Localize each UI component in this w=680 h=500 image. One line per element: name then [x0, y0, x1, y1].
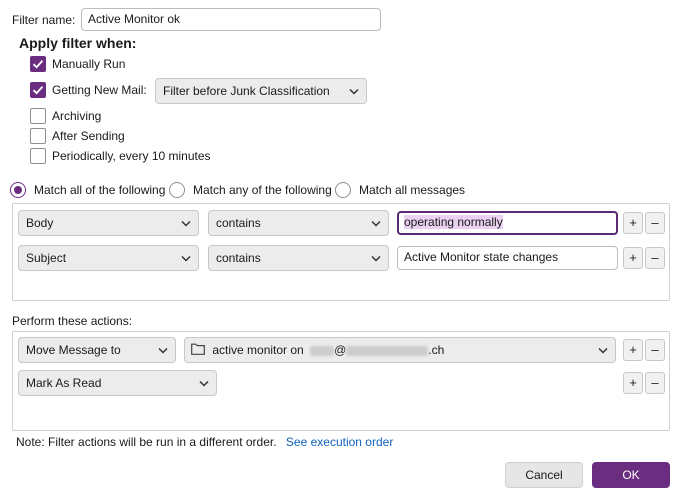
manually-run-label: Manually Run	[52, 57, 126, 71]
condition-operator-value: contains	[216, 216, 261, 230]
manually-run-checkbox[interactable]	[30, 56, 46, 72]
periodically-checkbox[interactable]	[30, 148, 46, 164]
chevron-down-icon	[598, 347, 608, 354]
chevron-down-icon	[181, 255, 191, 262]
filter-name-label: Filter name:	[12, 13, 76, 27]
add-action-button[interactable]: +	[623, 372, 643, 394]
remove-action-button[interactable]: –	[645, 372, 665, 394]
remove-condition-button[interactable]: –	[645, 247, 665, 269]
target-folder-suffix: .ch	[428, 343, 445, 357]
action-type-select[interactable]: Move Message to	[18, 337, 176, 363]
condition-value-input[interactable]: operating normally	[397, 211, 618, 235]
remove-action-button[interactable]: –	[645, 339, 665, 361]
match-all-radio[interactable]	[10, 182, 26, 198]
match-any-radio[interactable]	[169, 182, 185, 198]
folder-icon	[191, 343, 205, 355]
getting-new-mail-label: Getting New Mail:	[52, 83, 147, 97]
chevron-down-icon	[349, 88, 359, 95]
ok-button[interactable]: OK	[592, 462, 670, 488]
match-all-messages-label: Match all messages	[359, 183, 466, 197]
archiving-label: Archiving	[52, 109, 102, 123]
redacted-text	[346, 345, 429, 356]
after-sending-label: After Sending	[52, 129, 125, 143]
junk-classification-select[interactable]: Filter before Junk Classification	[155, 78, 367, 104]
add-condition-button[interactable]: +	[623, 247, 643, 269]
action-type-select[interactable]: Mark As Read	[18, 370, 217, 396]
after-sending-checkbox[interactable]	[30, 128, 46, 144]
junk-classification-value: Filter before Junk Classification	[163, 84, 330, 98]
action-type-value: Mark As Read	[26, 376, 102, 390]
chevron-down-icon	[371, 255, 381, 262]
target-folder-select[interactable]: active monitor on @ .ch	[184, 337, 616, 363]
chevron-down-icon	[181, 220, 191, 227]
archiving-checkbox[interactable]	[30, 108, 46, 124]
condition-value-text: operating normally	[404, 215, 503, 229]
actions-heading: Perform these actions:	[12, 314, 133, 328]
match-all-messages-radio[interactable]	[335, 182, 351, 198]
remove-condition-button[interactable]: –	[645, 212, 665, 234]
action-type-value: Move Message to	[26, 343, 121, 357]
chevron-down-icon	[371, 220, 381, 227]
redacted-text	[310, 345, 335, 356]
chevron-down-icon	[199, 380, 209, 387]
add-condition-button[interactable]: +	[623, 212, 643, 234]
apply-filter-heading: Apply filter when:	[19, 35, 137, 51]
match-all-label: Match all of the following	[34, 183, 166, 197]
match-any-label: Match any of the following	[193, 183, 332, 197]
condition-operator-select[interactable]: contains	[208, 210, 389, 236]
condition-field-select[interactable]: Body	[18, 210, 199, 236]
getting-new-mail-checkbox[interactable]	[30, 82, 46, 98]
condition-operator-value: contains	[216, 251, 261, 265]
condition-field-value: Subject	[26, 251, 67, 265]
cancel-button[interactable]: Cancel	[505, 462, 583, 488]
add-action-button[interactable]: +	[623, 339, 643, 361]
checkmark-icon	[32, 60, 44, 69]
condition-operator-select[interactable]: contains	[208, 245, 389, 271]
condition-field-value: Body	[26, 216, 54, 230]
filter-name-input[interactable]: Active Monitor ok	[81, 8, 381, 31]
condition-value-input[interactable]: Active Monitor state changes	[397, 246, 618, 270]
condition-field-select[interactable]: Subject	[18, 245, 199, 271]
note-line: Note: Filter actions will be run in a di…	[16, 435, 393, 449]
chevron-down-icon	[158, 347, 168, 354]
target-folder-at: @	[334, 343, 347, 357]
note-text: Note: Filter actions will be run in a di…	[16, 435, 277, 449]
checkmark-icon	[32, 86, 44, 95]
execution-order-link[interactable]: See execution order	[286, 435, 393, 449]
target-folder-prefix: active monitor on	[212, 343, 304, 357]
periodically-label: Periodically, every 10 minutes	[52, 149, 211, 163]
